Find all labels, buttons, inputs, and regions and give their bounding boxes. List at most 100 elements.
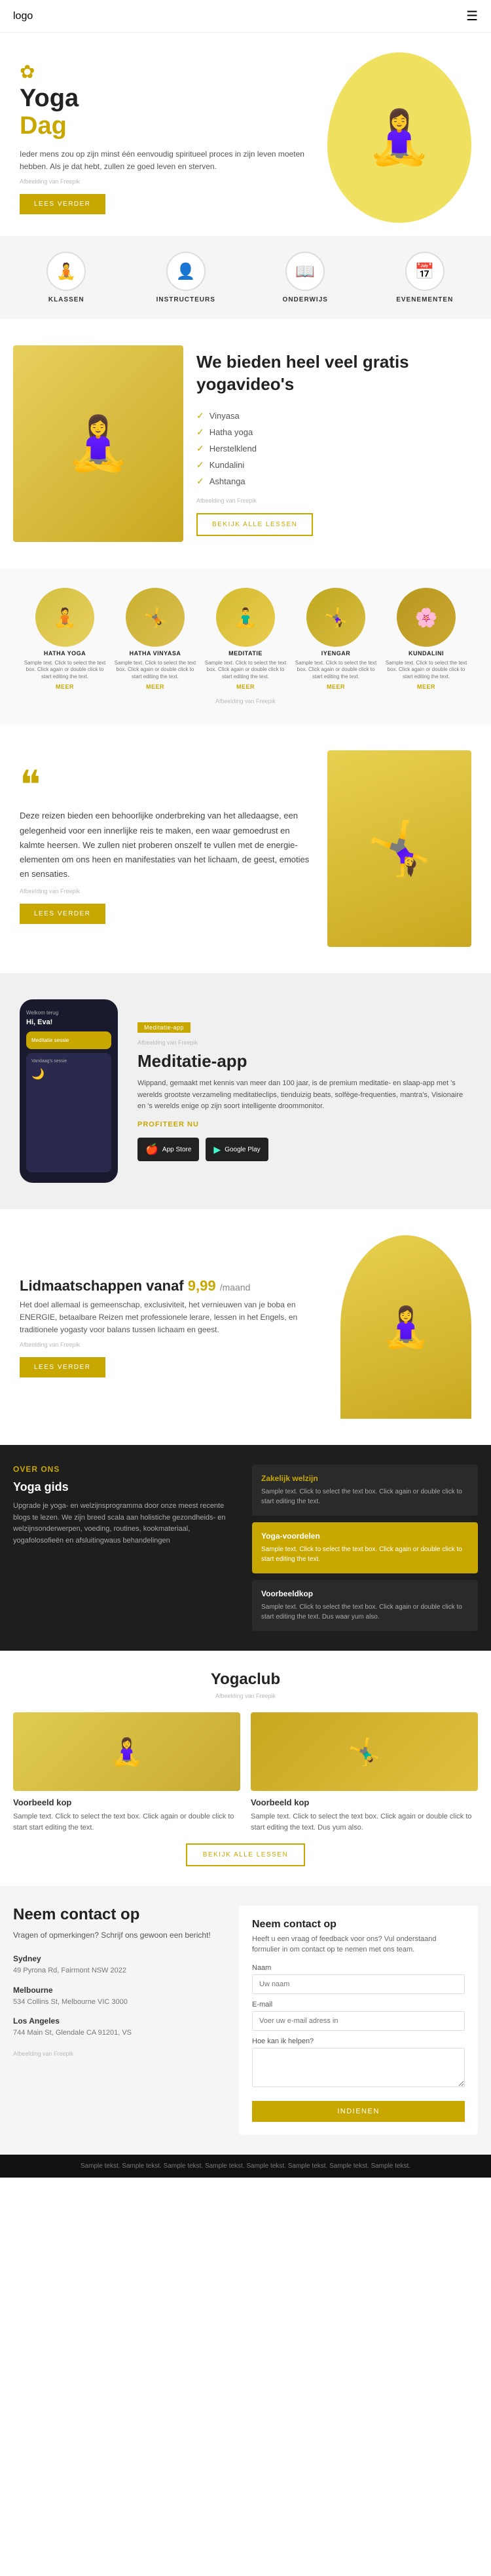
- check-icon: ✓: [196, 427, 204, 438]
- hamburger-icon[interactable]: ☰: [466, 8, 478, 24]
- contact-city-sydney: Sydney: [13, 1954, 226, 1963]
- view-all-lessons-button[interactable]: BEKIJK ALLE LESSEN: [196, 513, 313, 536]
- class-link-kundalini[interactable]: MEER: [417, 683, 435, 690]
- class-card-kundalini: 🌸 KUNDALINI Sample text. Click to select…: [384, 588, 469, 690]
- app-cta: PROFITEER NU: [137, 1121, 471, 1128]
- zakelijk-heading: Zakelijk welzijn: [261, 1474, 469, 1483]
- hero-image-credit: Afbeelding van Freepik: [20, 178, 314, 185]
- class-link-iyengar[interactable]: MEER: [327, 683, 345, 690]
- message-textarea[interactable]: [252, 2048, 465, 2087]
- check-icon: ✓: [196, 443, 204, 454]
- video-image: 🧘‍♀️: [13, 345, 183, 542]
- google-play-label: Google Play: [225, 1146, 260, 1153]
- video-list-item: ✓Vinyasa: [196, 408, 478, 424]
- class-name-kundalini: KUNDALINI: [409, 650, 444, 657]
- contact-melbourne: Melbourne 534 Collins St, Melbourne VIC …: [13, 1986, 226, 2007]
- membership-section: Lidmaatschappen vanaf 9,99 /maand Het do…: [0, 1209, 491, 1445]
- quote-image: 🤸‍♀️: [327, 750, 471, 947]
- membership-read-more-button[interactable]: LEES VERDER: [20, 1357, 105, 1377]
- yogaclub-col1-head: Voorbeeld kop: [13, 1797, 240, 1807]
- app-section: Welkom terug Hi, Eva! Meditatie sessie V…: [0, 973, 491, 1209]
- contact-losangeles: Los Angeles 744 Main St, Glendale CA 912…: [13, 2016, 226, 2038]
- name-label: Naam: [252, 1964, 465, 1972]
- yoga-benefits-desc: Sample text. Click to select the text bo…: [261, 1545, 469, 1564]
- app-store-label: App Store: [162, 1146, 191, 1153]
- icon-item-klassen[interactable]: 🧘 KLASSEN: [7, 252, 126, 303]
- icon-item-onderwijs[interactable]: 📖 ONDERWIJS: [245, 252, 365, 303]
- yogaclub-img2: 🤸‍♂️: [251, 1712, 478, 1791]
- hero-title-line2: Dag: [20, 112, 67, 140]
- membership-image: 🧘‍♀️: [340, 1235, 471, 1419]
- contact-city-la: Los Angeles: [13, 2016, 226, 2026]
- zakelijk-box: Zakelijk welzijn Sample text. Click to s…: [252, 1465, 478, 1516]
- quote-read-more-button[interactable]: LEES VERDER: [20, 904, 105, 924]
- about-heading: OVER ONS: [13, 1465, 239, 1474]
- quote-credit: Afbeelding van Freepik: [20, 888, 314, 894]
- hero-title: Yoga Dag: [20, 85, 314, 140]
- membership-credit: Afbeelding van Freepik: [20, 1341, 327, 1348]
- app-store-button[interactable]: 🍎 App Store: [137, 1138, 199, 1161]
- instructeurs-label: INSTRUCTEURS: [156, 296, 215, 303]
- yoga-benefits-title: Yoga-voordelen: [261, 1531, 469, 1541]
- contact-addr-la: 744 Main St, Glendale CA 91201, VS: [13, 2028, 226, 2038]
- nav-logo: logo: [13, 10, 33, 22]
- contact-right-subtitle: Heeft u een vraag of feedback voor ons? …: [252, 1934, 465, 1955]
- class-link-meditatie[interactable]: MEER: [236, 683, 255, 690]
- yogaclub-title: Yogaclub: [13, 1670, 478, 1689]
- video-image-credit: Afbeelding van Freepik: [196, 497, 478, 504]
- hero-title-line1: Yoga: [20, 85, 79, 112]
- form-name-group: Naam: [252, 1964, 465, 1994]
- class-link-hatha[interactable]: MEER: [56, 683, 74, 690]
- contact-submit-button[interactable]: INDIENEN: [252, 2101, 465, 2122]
- hero-lotus: ✿: [20, 61, 314, 83]
- instructeurs-circle: 👤: [166, 252, 206, 291]
- contact-left-title: Neem contact op: [13, 1906, 226, 1924]
- store-buttons: 🍎 App Store ▶ Google Play: [137, 1138, 471, 1161]
- footer-text: Sample tekst. Sample tekst. Sample tekst…: [81, 2163, 410, 2170]
- video-list-item: ✓Herstelklend: [196, 440, 478, 457]
- yogaclub-img1: 🧘‍♀️: [13, 1712, 240, 1791]
- icon-item-instructeurs[interactable]: 👤 INSTRUCTEURS: [126, 252, 246, 303]
- contact-right-title: Neem contact op: [252, 1919, 465, 1931]
- class-img-kundalini: 🌸: [397, 588, 456, 647]
- evenementen-circle: 📅: [405, 252, 445, 291]
- quote-body: Deze reizen bieden een behoorlijke onder…: [20, 809, 314, 881]
- yoga-benefits-box: Yoga-voordelen Sample text. Click to sel…: [252, 1522, 478, 1573]
- contact-sydney: Sydney 49 Pyrona Rd, Fairmont NSW 2022: [13, 1954, 226, 1976]
- google-play-button[interactable]: ▶ Google Play: [206, 1138, 268, 1161]
- email-input[interactable]: [252, 2011, 465, 2031]
- classes-section: 🧘 HATHA YOGA Sample text. Click to selec…: [0, 568, 491, 724]
- class-link-vinyasa[interactable]: MEER: [146, 683, 164, 690]
- apple-icon: 🍎: [145, 1143, 158, 1156]
- yogaclub-col1: 🧘‍♀️ Voorbeeld kop Sample text. Click to…: [13, 1712, 240, 1833]
- video-list-item: ✓Hatha yoga: [196, 424, 478, 440]
- class-name-meditatie: MEDITATIE: [228, 650, 263, 657]
- yogaclub-grid: 🧘‍♀️ Voorbeeld kop Sample text. Click to…: [13, 1712, 478, 1833]
- zakelijk-desc: Sample text. Click to select the text bo…: [261, 1487, 469, 1507]
- membership-description: Het doel allemaal is gemeenschap, exclus…: [20, 1299, 327, 1337]
- phone-card: Meditatie sessie: [26, 1031, 111, 1049]
- class-img-hatha: 🧘: [35, 588, 94, 647]
- check-icon: ✓: [196, 410, 204, 421]
- check-icon: ✓: [196, 459, 204, 471]
- info-box1-title: Voorbeeldkop: [261, 1589, 469, 1598]
- classes-credit: Afbeelding van Freepik: [10, 698, 481, 704]
- name-input[interactable]: [252, 1974, 465, 1994]
- icon-item-evenementen[interactable]: 📅 EVENEMENTEN: [365, 252, 485, 303]
- yogaclub-credit: Afbeelding van Freepik: [13, 1693, 478, 1699]
- contact-addr-sydney: 49 Pyrona Rd, Fairmont NSW 2022: [13, 1966, 226, 1976]
- google-play-icon: ▶: [213, 1144, 221, 1155]
- hero-image: 🧘‍♀️: [327, 52, 471, 223]
- app-description: Wippand, gemaakt met kennis van meer dan…: [137, 1078, 471, 1113]
- onderwijs-circle: 📖: [285, 252, 325, 291]
- video-list: ✓Vinyasa ✓Hatha yoga ✓Herstelklend ✓Kund…: [196, 408, 478, 490]
- class-card-hatha-vinyasa: 🤸 HATHA VINYASA Sample text. Click to se…: [113, 588, 198, 690]
- membership-price: 9,99: [188, 1278, 216, 1294]
- about-description: Upgrade je yoga- en welzijnsprogramma do…: [13, 1501, 239, 1547]
- hero-read-more-button[interactable]: LEES VERDER: [20, 194, 105, 214]
- membership-period: /maand: [220, 1282, 251, 1293]
- class-desc-hatha: Sample text. Click to select the text bo…: [22, 660, 107, 680]
- view-all-yogaclub-button[interactable]: BEKIJK ALLE LESSEN: [186, 1843, 305, 1866]
- class-img-vinyasa: 🤸: [126, 588, 185, 647]
- class-name-vinyasa: HATHA VINYASA: [130, 650, 181, 657]
